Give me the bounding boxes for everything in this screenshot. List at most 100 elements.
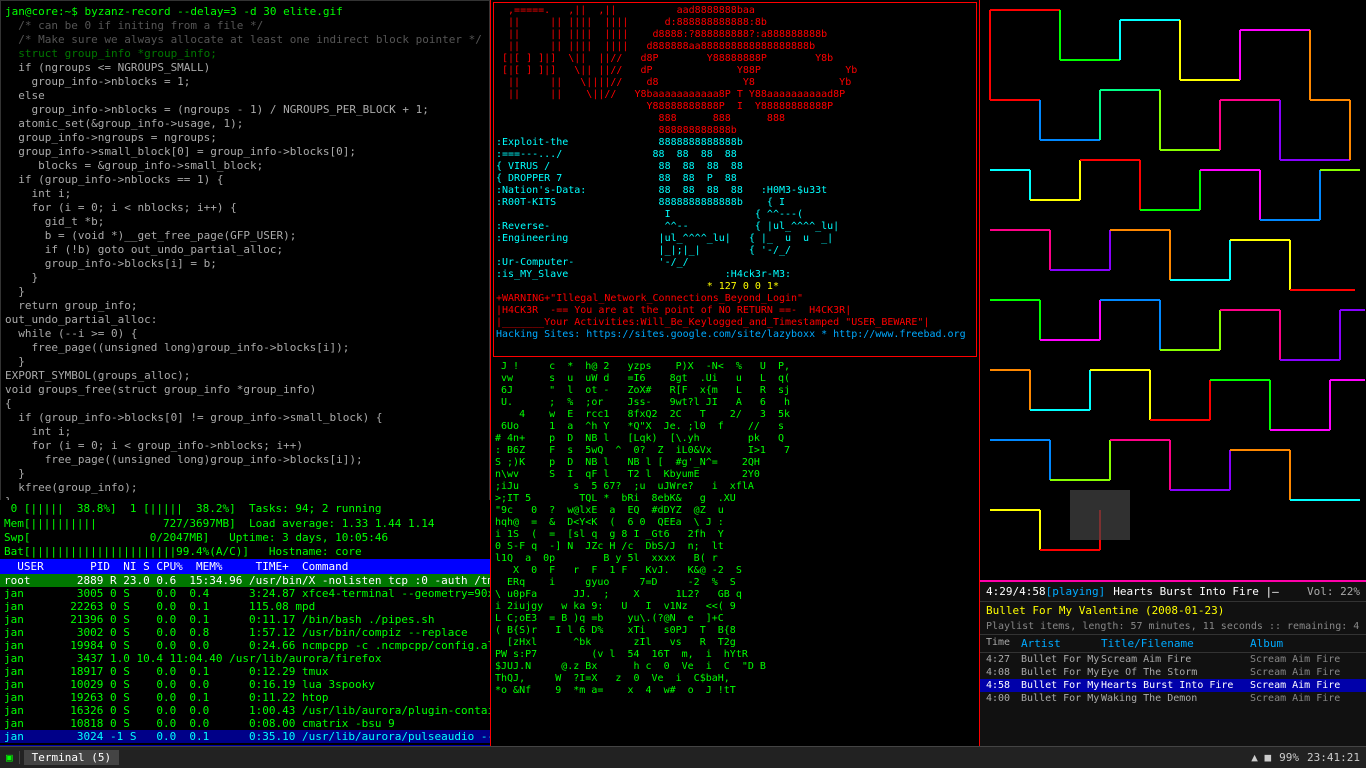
track-album: Scream Aim Fire [1250,693,1360,704]
code-line-22: } [5,355,485,369]
code-line-30: } [5,467,485,481]
hack-line: :is_MY_Slave :H4ck3r-M3: [496,269,974,281]
list-item[interactable]: 4:00Bullet For MyWaking The DemonScream … [980,692,1366,705]
matrix-line: S ;)K p D NB l NB l [ #g'_N^= 2QH [495,457,975,469]
table-row[interactable]: jan 3005 0 S 0.0 0.4 3:24.87 xfce4-termi… [0,587,490,600]
code-line-6: group_info->ngroups = ngroups; [5,131,485,145]
matrix-art: J ! c * h@ 2 yzps P)X -N< % U P, vw s u … [495,361,975,697]
matrix-line: l1Q a 0p B y 5l xxxx B( r [495,553,975,565]
table-row[interactable]: jan 19263 0 S 0.0 0.1 0:11.22 htop [0,691,490,704]
taskbar-terminal-button[interactable]: Terminal (5) [24,750,119,765]
hack-line: :Nation's-Data: 88 88 88 88 :H0M3-$u33t [496,185,974,197]
list-item[interactable]: 4:27Bullet For MyScream Aim FireScream A… [980,653,1366,666]
code-line-5: atomic_set(&group_info->usage, 1); [5,117,485,131]
hack-line: || || |||| |||| d888888aa888888888888888… [496,41,974,53]
hack-line: +WARNING+"Illegal_Network_Connections_Be… [496,293,974,305]
hack-line: ,=====. ,|| ,|| aad8888888baa [496,5,974,17]
code-line-10: int i; [5,187,485,201]
code-line-31: kfree(group_info); [5,481,485,495]
list-item[interactable]: 4:08Bullet For MyEye Of The StormScream … [980,666,1366,679]
table-row[interactable]: root 2889 R 23.0 0.6 15:34.96 /usr/bin/X… [0,574,490,587]
table-row[interactable]: jan 10029 0 S 0.0 0.0 0:16.19 lua 3spook… [0,678,490,691]
table-row[interactable]: jan 18917 0 S 0.0 0.1 0:12.29 tmux [0,665,490,678]
hacker-art-area: ,=====. ,|| ,|| aad8888888baa || || ||||… [493,2,977,357]
track-title: Waking The Demon [1101,693,1250,704]
matrix-line: i 1S ( = [sl q g 8 I _Gt6 2fh Y [495,529,975,541]
track-time: 4:08 [986,667,1021,678]
track-time: 4:58 [986,680,1021,691]
matrix-line: ;iJu s 5 67? ;u uJWre? i xflA [495,481,975,493]
hack-line: { VIRUS / 88 88 88 88 [496,161,974,173]
matrix-line: 6J " l ot - ZoX# R[F x{m L R sj [495,385,975,397]
hack-line: I { ^^---( [496,209,974,221]
table-row[interactable]: jan 21396 0 S 0.0 0.1 0:11.17 /bin/bash … [0,613,490,626]
hack-line: { DROPPER 7 88 88 P 88 [496,173,974,185]
table-row[interactable]: jan 3437 1.0 10.4 11:04.40 /usr/lib/auro… [0,652,490,665]
track-time: 4:00 [986,693,1021,704]
table-row[interactable]: jan 10818 0 S 0.0 0.0 0:08.00 cmatrix -b… [0,717,490,730]
code-comment-2: /* Make sure we always allocate at least… [5,33,485,47]
hack-line: 888 888 888 [496,113,974,125]
hack-line: :===---.../ 88 88 88 88 [496,149,974,161]
track-artist: Bullet For My [1021,680,1101,691]
hack-line: [|[ ] ]|] \|| ||// d8P Y88888888P Y8b [496,53,974,65]
table-row[interactable]: jan 3024 -1 S 0.0 0.1 0:35.10 /usr/lib/a… [0,730,490,743]
player-time: 4:29/4:58 [986,585,1046,598]
hack-line: || || \||||// d8 Y8 Yb [496,77,974,89]
matrix-line: X 0 F r F 1 F KvJ. K&@ -2 S [495,565,975,577]
matrix-line: 6Uo 1 a ^h Y *Q"X Je. ;l0 f // s [495,421,975,433]
clock: 23:41:21 [1307,751,1360,764]
code-line-12: gid_t *b; [5,215,485,229]
table-row[interactable]: jan 16326 0 S 0.0 0.0 1:00.43 /usr/lib/a… [0,704,490,717]
hack-line: * 127 0 0 1* [496,281,974,293]
hack-line: |_______Your Activities:Will_Be_Keylogge… [496,317,974,329]
playlist-header: Time Artist Title/Filename Album [980,635,1366,653]
code-line-29: free_page((unsigned long)group_info->blo… [5,453,485,467]
matrix-line: "9c 0 ? w@lxE a EQ #dDYZ @Z u [495,505,975,517]
matrix-line: 4 w E rcc1 8fxQ2 2C T 2/ 3 5k [495,409,975,421]
table-row[interactable]: jan 19984 0 S 0.0 0.0 0:24.66 ncmpcpp -c… [0,639,490,652]
proc-swp-line: Swp[ 0/2047MB] Uptime: 3 days, 10:05:46 [0,531,490,545]
player-artist-info: Bullet For My Valentine (2008-01-23) [980,602,1366,619]
matrix-line: i 2iujgy w ka 9: U I v1Nz <<( 9 [495,601,975,613]
matrix-line: n\wv S I qF l T2 l KbyumE 2Y0 [495,469,975,481]
hack-line: |H4CK3R -== You are at the point of NO R… [496,305,974,317]
table-row[interactable]: jan 22263 0 S 0.0 0.1 115.08 mpd [0,600,490,613]
hack-line: :Reverse- ^^-- { |ul_^^^^_lu| [496,221,974,233]
proc-mem-line: Mem[|||||||||| 727/3697MB] Load average:… [0,517,490,531]
code-line-15: group_info->blocks[i] = b; [5,257,485,271]
hacker-panel: ,=====. ,|| ,|| aad8888888baa || || ||||… [490,0,980,768]
matrix-line: >;IT 5 TQL * bRi 8ebK& g .XU [495,493,975,505]
process-table: 0 [||||| 38.8%] 1 [||||| 38.2%] Tasks: 9… [0,500,490,760]
code-line-21: free_page((unsigned long)group_info->blo… [5,341,485,355]
code-line-24: void groups_free(struct group_info *grou… [5,383,485,397]
code-line-20: while (--i >= 0) { [5,327,485,341]
matrix-line: *o &Nf 9 *m a= x 4 w# o J !tT [495,685,975,697]
player-playlist-info: Playlist items, length: 57 minutes, 11 s… [980,619,1366,635]
matrix-area: J ! c * h@ 2 yzps P)X -N< % U P, vw s u … [493,359,977,759]
playlist[interactable]: 4:27Bullet For MyScream Aim FireScream A… [980,653,1366,705]
code-line-9: if (group_info->nblocks == 1) { [5,173,485,187]
track-artist: Bullet For My [1021,693,1101,704]
player-vol: Vol: 22% [1307,585,1360,598]
col-time: Time [986,637,1021,650]
player-song: Hearts Burst Into Fire |— [1105,585,1307,598]
systray-icons[interactable]: ▲ ■ [1251,751,1271,764]
player-status: [playing] [1046,585,1106,598]
taskbar-icon[interactable]: ▣ [0,751,20,764]
code-line-1: if (ngroups <= NGROUPS_SMALL) [5,61,485,75]
hack-art: ,=====. ,|| ,|| aad8888888baa || || ||||… [496,5,974,341]
track-title: Scream Aim Fire [1101,654,1250,665]
code-comment-3: struct group_info *group_info; [5,47,485,61]
code-line-16: } [5,271,485,285]
matrix-line: U. ; % ;or Jss- 9wt?l JI A 6 h [495,397,975,409]
code-line-28: for (i = 0; i < group_info->nblocks; i++… [5,439,485,453]
matrix-line: L C;oE3 = B )q =b yu\.(?@N e ]+C [495,613,975,625]
table-row[interactable]: jan 3002 0 S 0.0 0.8 1:57.12 /usr/bin/co… [0,626,490,639]
code-line-27: int i; [5,425,485,439]
code-line-26: if (group_info->blocks[0] != group_info-… [5,411,485,425]
list-item[interactable]: 4:58Bullet For MyHearts Burst Into FireS… [980,679,1366,692]
prompt-line-1: jan@core:~$ byzanz-record --delay=3 -d 3… [5,5,485,19]
matrix-line: ( B{S)r I l 6 D% xTi s0PJ T B{8 [495,625,975,637]
col-album: Album [1250,637,1360,650]
